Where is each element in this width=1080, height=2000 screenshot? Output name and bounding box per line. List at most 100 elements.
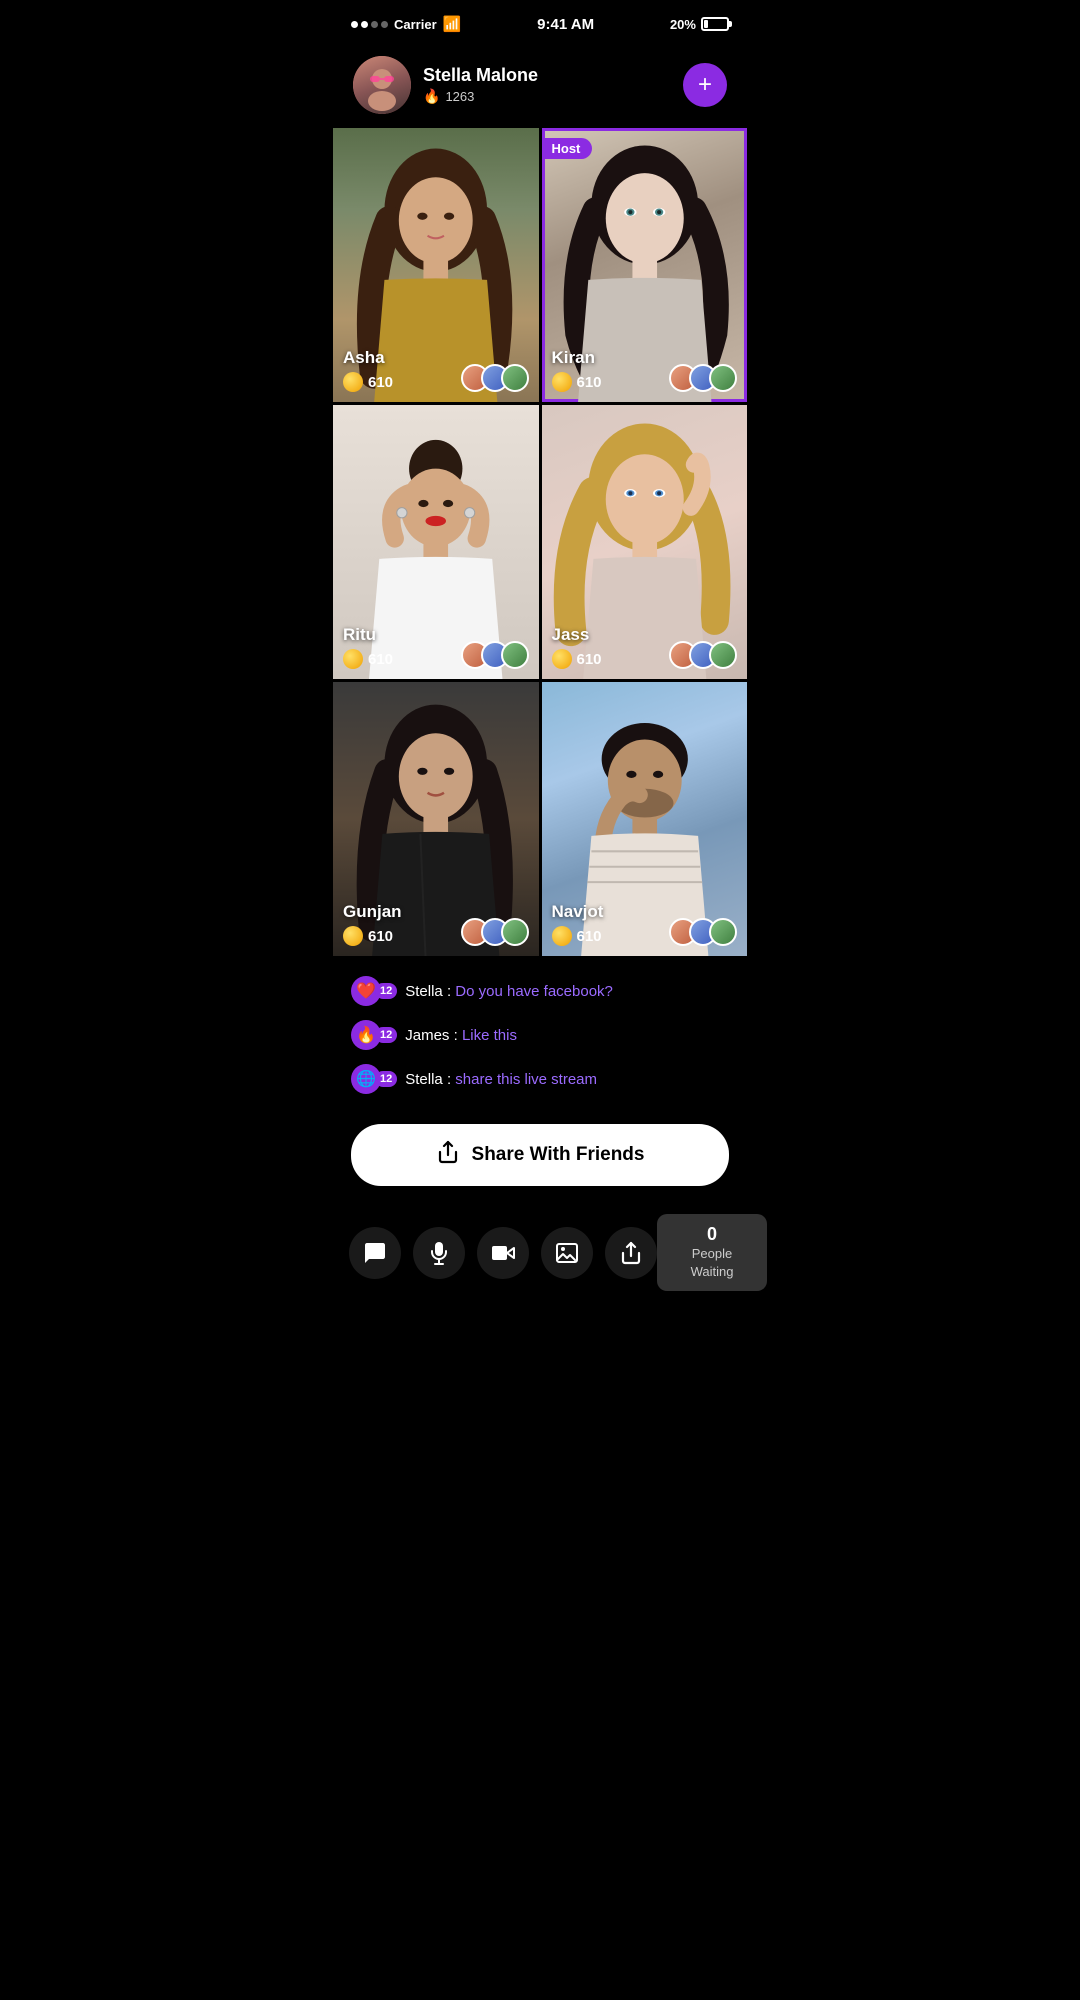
cell-name-gunjan: Gunjan <box>343 902 402 922</box>
dot-2 <box>361 21 368 28</box>
status-bar: Carrier 📶 9:41 AM 20% <box>333 0 747 44</box>
bottom-icons <box>349 1227 657 1279</box>
score-ritu: 610 <box>368 651 393 668</box>
bottom-bar: 0 People Waiting <box>333 1202 747 1303</box>
cell-avatars-jass <box>669 641 737 669</box>
dot-3 <box>371 21 378 28</box>
status-left: Carrier 📶 <box>351 15 461 33</box>
cell-score-navjot: 610 <box>552 926 604 946</box>
chat-msg-3: 🌐 12 Stella : share this live stream <box>351 1064 729 1094</box>
gallery-button[interactable] <box>541 1227 593 1279</box>
msg-num-2: 12 <box>375 1027 397 1043</box>
cell-score-ritu: 610 <box>343 649 393 669</box>
mini-av-3-gunjan <box>501 918 529 946</box>
profile-avatar <box>353 56 411 114</box>
msg-badge-2: 🔥 12 <box>351 1020 397 1050</box>
cell-name-navjot: Navjot <box>552 902 604 922</box>
mini-av-3-navjot <box>709 918 737 946</box>
mic-button[interactable] <box>413 1227 465 1279</box>
share-icon <box>436 1140 460 1170</box>
mini-av-3-kiran <box>709 364 737 392</box>
coin-icon <box>343 372 363 392</box>
coin-icon-ritu <box>343 649 363 669</box>
stream-cell-asha[interactable]: Asha 610 <box>333 128 539 402</box>
cell-avatars-kiran <box>669 364 737 392</box>
chat-button[interactable] <box>349 1227 401 1279</box>
stream-cell-ritu[interactable]: Ritu 610 <box>333 405 539 679</box>
cell-bottom-gunjan: Gunjan 610 <box>343 902 529 946</box>
cell-name-score-asha: Asha 610 <box>343 348 393 392</box>
stream-cell-gunjan[interactable]: Gunjan 610 <box>333 682 539 956</box>
cell-name-score-jass: Jass 610 <box>552 625 602 669</box>
battery-icon <box>701 17 729 31</box>
cell-avatars-navjot <box>669 918 737 946</box>
mini-av-3-ritu <box>501 641 529 669</box>
msg-content-1: Do you have facebook? <box>455 983 613 1000</box>
coin-icon-jass <box>552 649 572 669</box>
msg-content-3: share this live stream <box>455 1071 597 1088</box>
cell-bottom-navjot: Navjot 610 <box>552 902 738 946</box>
status-time: 9:41 AM <box>537 16 594 33</box>
cell-name-jass: Jass <box>552 625 602 645</box>
msg-content-2: Like this <box>462 1027 517 1044</box>
cell-score-asha: 610 <box>343 372 393 392</box>
share-button[interactable] <box>605 1227 657 1279</box>
host-badge: Host <box>542 138 593 159</box>
mini-av-3-jass <box>709 641 737 669</box>
cell-name-kiran: Kiran <box>552 348 602 368</box>
share-with-friends-button[interactable]: Share With Friends <box>351 1124 729 1186</box>
chat-msg-1: ❤️ 12 Stella : Do you have facebook? <box>351 976 729 1006</box>
msg-num-1: 12 <box>375 983 397 999</box>
dot-4 <box>381 21 388 28</box>
add-button[interactable]: + <box>683 63 727 107</box>
cell-name-score-ritu: Ritu 610 <box>343 625 393 669</box>
msg-text-1: Stella : Do you have facebook? <box>405 983 613 1000</box>
wifi-icon: 📶 <box>443 15 462 33</box>
stream-grid: Asha 610 <box>333 128 747 956</box>
battery-fill <box>704 20 708 28</box>
cell-bottom-asha: Asha 610 <box>343 348 529 392</box>
cell-avatars-ritu <box>461 641 529 669</box>
score-asha: 610 <box>368 374 393 391</box>
cell-score-kiran: 610 <box>552 372 602 392</box>
stream-cell-navjot[interactable]: Navjot 610 <box>542 682 748 956</box>
msg-badge-1: ❤️ 12 <box>351 976 397 1006</box>
cell-name-score-kiran: Kiran 610 <box>552 348 602 392</box>
msg-num-3: 12 <box>375 1071 397 1087</box>
cell-name-asha: Asha <box>343 348 393 368</box>
cell-score-gunjan: 610 <box>343 926 402 946</box>
score-navjot: 610 <box>577 928 602 945</box>
score-jass: 610 <box>577 651 602 668</box>
mini-av-3 <box>501 364 529 392</box>
people-waiting: 0 People Waiting <box>657 1214 767 1291</box>
score-value: 1263 <box>445 89 474 104</box>
stream-cell-kiran[interactable]: Host Kiran 610 <box>542 128 748 402</box>
cell-name-ritu: Ritu <box>343 625 393 645</box>
chat-section: ❤️ 12 Stella : Do you have facebook? 🔥 1… <box>333 960 747 1116</box>
people-label: People Waiting <box>691 1246 734 1279</box>
status-right: 20% <box>670 17 729 32</box>
profile-name: Stella Malone <box>423 65 669 86</box>
coin-icon-gunjan <box>343 926 363 946</box>
cell-avatars-asha <box>461 364 529 392</box>
profile-score: 🔥 1263 <box>423 88 669 105</box>
cell-bottom-ritu: Ritu 610 <box>343 625 529 669</box>
share-section: Share With Friends <box>333 1116 747 1202</box>
carrier-label: Carrier <box>394 17 437 32</box>
battery-percent: 20% <box>670 17 696 32</box>
msg-text-3: Stella : share this live stream <box>405 1071 597 1088</box>
cell-name-score-navjot: Navjot 610 <box>552 902 604 946</box>
msg-text-2: James : Like this <box>405 1027 517 1044</box>
profile-header: Stella Malone 🔥 1263 + <box>333 44 747 124</box>
flame-icon: 🔥 <box>423 88 440 105</box>
share-label: Share With Friends <box>472 1144 645 1166</box>
camera-button[interactable] <box>477 1227 529 1279</box>
coin-icon-navjot <box>552 926 572 946</box>
stream-cell-jass[interactable]: Jass 610 <box>542 405 748 679</box>
dot-1 <box>351 21 358 28</box>
cell-bottom-jass: Jass 610 <box>552 625 738 669</box>
score-gunjan: 610 <box>368 928 393 945</box>
coin-icon-kiran <box>552 372 572 392</box>
score-kiran: 610 <box>577 374 602 391</box>
msg-badge-3: 🌐 12 <box>351 1064 397 1094</box>
